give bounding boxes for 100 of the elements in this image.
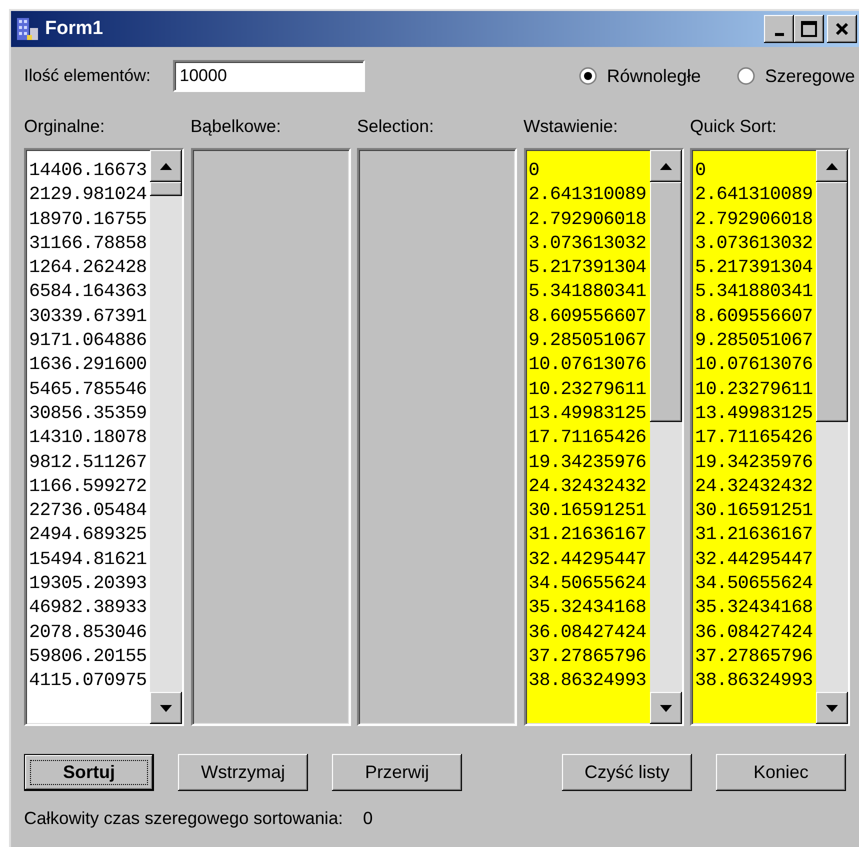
- scroll-up-button[interactable]: [816, 150, 848, 182]
- list-item[interactable]: 30339.67391: [29, 304, 150, 330]
- list-item[interactable]: 2.792906018: [528, 208, 650, 232]
- list-item[interactable]: 1264.262428: [29, 256, 150, 280]
- list-item[interactable]: 15494.81621: [29, 548, 150, 572]
- list-item[interactable]: 2078.853046: [29, 620, 150, 645]
- list-item[interactable]: 37.27865796: [528, 644, 650, 670]
- list-item[interactable]: 36.08427424: [528, 620, 650, 645]
- list-item[interactable]: 31.21636167: [528, 523, 650, 548]
- list-item[interactable]: 59806.20155: [29, 644, 150, 670]
- column-label: Selection:: [357, 115, 435, 137]
- list-item[interactable]: 9812.511267: [29, 450, 150, 475]
- count-field[interactable]: 10000: [172, 60, 365, 92]
- up-arrow-icon: [660, 162, 672, 170]
- list-item[interactable]: 5.341880341: [528, 280, 650, 305]
- list-item[interactable]: 5465.785546: [29, 378, 150, 402]
- action-button[interactable]: Czyść listy: [562, 754, 692, 791]
- list-item[interactable]: 14310.18078: [29, 426, 150, 451]
- list-item[interactable]: 3.073613032: [695, 232, 816, 256]
- close-icon: [835, 22, 849, 36]
- list-item[interactable]: 13.49983125: [695, 402, 816, 426]
- scrollbar[interactable]: [650, 150, 682, 724]
- list-item[interactable]: 19.34235976: [695, 450, 816, 475]
- list-item[interactable]: 19305.20393: [29, 572, 150, 596]
- list-item[interactable]: 38.86324993: [528, 669, 650, 694]
- list-item[interactable]: 18970.16755: [29, 208, 150, 232]
- building-icon: [15, 16, 41, 42]
- list-item[interactable]: 34.50655624: [528, 572, 650, 596]
- scroll-down-button[interactable]: [650, 692, 682, 724]
- list-item[interactable]: 8.609556607: [528, 304, 650, 330]
- list-item[interactable]: 6584.164363: [29, 280, 150, 305]
- list-item[interactable]: 0: [528, 159, 650, 184]
- list-item[interactable]: 4115.070975: [29, 669, 150, 694]
- list-item[interactable]: 2.792906018: [695, 208, 816, 232]
- list-item[interactable]: 2494.689325: [29, 523, 150, 548]
- list-item[interactable]: 22736.05484: [29, 499, 150, 524]
- scroll-thumb[interactable]: [150, 182, 182, 196]
- action-button[interactable]: Sortuj: [24, 754, 154, 791]
- list-item[interactable]: 5.217391304: [695, 256, 816, 280]
- list-box[interactable]: [524, 148, 684, 726]
- list-item[interactable]: 37.27865796: [695, 644, 816, 670]
- status-value: 0: [363, 808, 373, 829]
- list-item[interactable]: 2.641310089: [528, 183, 650, 208]
- list-item[interactable]: 9.285051067: [528, 329, 650, 354]
- list-item[interactable]: 3.073613032: [528, 232, 650, 256]
- list-item[interactable]: 2.641310089: [695, 183, 816, 208]
- list-item[interactable]: 17.71165426: [528, 426, 650, 451]
- scroll-thumb[interactable]: [650, 182, 682, 422]
- list-item[interactable]: 5.217391304: [528, 256, 650, 280]
- action-button[interactable]: Koniec: [716, 754, 846, 791]
- list-item[interactable]: 10.23279611: [695, 378, 816, 402]
- list-item[interactable]: 14406.16673: [29, 159, 150, 184]
- scroll-down-button[interactable]: [150, 692, 182, 724]
- list-item[interactable]: 24.32432432: [528, 474, 650, 500]
- list-item[interactable]: 17.71165426: [695, 426, 816, 451]
- action-button[interactable]: Wstrzymaj: [178, 754, 308, 791]
- list-item[interactable]: 32.44295447: [695, 548, 816, 572]
- mode-radio[interactable]: Równoległe: [578, 66, 701, 86]
- list-item[interactable]: 35.32434168: [528, 596, 650, 621]
- list-item[interactable]: 34.50655624: [695, 572, 816, 596]
- count-label: Ilość elementów:: [24, 66, 151, 86]
- column-label: Quick Sort:: [690, 115, 778, 137]
- list-item[interactable]: 32.44295447: [528, 548, 650, 572]
- scroll-thumb[interactable]: [816, 182, 848, 422]
- minimize-button[interactable]: [764, 15, 794, 43]
- list-item[interactable]: 10.07613076: [695, 353, 816, 378]
- list-item[interactable]: 31.21636167: [695, 523, 816, 548]
- list-item[interactable]: 10.23279611: [528, 378, 650, 402]
- scroll-down-button[interactable]: [816, 692, 848, 724]
- close-button[interactable]: [827, 15, 857, 43]
- list-item[interactable]: 30.16591251: [528, 499, 650, 524]
- list-item[interactable]: 30.16591251: [695, 499, 816, 524]
- list-item[interactable]: 31166.78858: [29, 232, 150, 256]
- list-box[interactable]: [24, 148, 184, 726]
- list-item[interactable]: 35.32434168: [695, 596, 816, 621]
- list-item[interactable]: 24.32432432: [695, 474, 816, 500]
- list-box[interactable]: [690, 148, 850, 726]
- list-item[interactable]: 38.86324993: [695, 669, 816, 694]
- list-item[interactable]: 2129.981024: [29, 183, 150, 208]
- scrollbar[interactable]: [150, 150, 182, 724]
- scroll-up-button[interactable]: [150, 150, 182, 182]
- list-item[interactable]: 0: [695, 159, 816, 184]
- list-item[interactable]: 30856.35359: [29, 402, 150, 426]
- list-item[interactable]: 46982.38933: [29, 596, 150, 621]
- list-item[interactable]: 13.49983125: [528, 402, 650, 426]
- list-item[interactable]: 10.07613076: [528, 353, 650, 378]
- list-item[interactable]: 9.285051067: [695, 329, 816, 354]
- action-button[interactable]: Przerwij: [332, 754, 462, 791]
- maximize-button[interactable]: [794, 15, 824, 43]
- list-item[interactable]: 19.34235976: [528, 450, 650, 475]
- list-item[interactable]: 5.341880341: [695, 280, 816, 305]
- list-item[interactable]: 1636.291600: [29, 353, 150, 378]
- list-item[interactable]: 36.08427424: [695, 620, 816, 645]
- list-item[interactable]: 1166.599272: [29, 474, 150, 500]
- scrollbar[interactable]: [816, 150, 848, 724]
- column-label: Bąbelkowe:: [190, 115, 282, 137]
- list-item[interactable]: 9171.064886: [29, 329, 150, 354]
- list-item[interactable]: 8.609556607: [695, 304, 816, 330]
- mode-radio[interactable]: Szeregowe: [736, 66, 855, 86]
- scroll-up-button[interactable]: [650, 150, 682, 182]
